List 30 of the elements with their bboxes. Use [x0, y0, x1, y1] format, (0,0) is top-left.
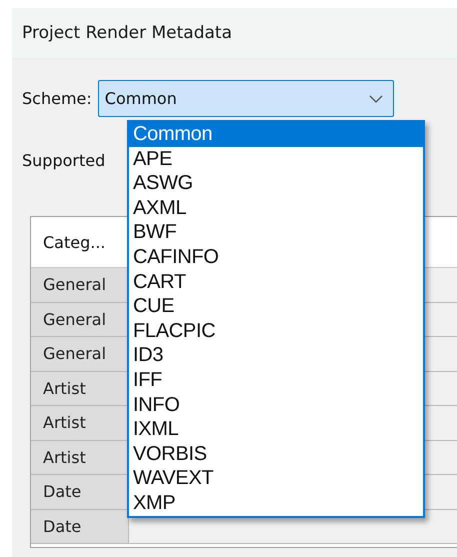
dropdown-option[interactable]: Common: [129, 122, 423, 147]
table-cell: Artist: [31, 406, 129, 440]
dropdown-option[interactable]: FLACPIC: [129, 318, 423, 344]
dropdown-option[interactable]: BWF: [129, 220, 423, 245]
dropdown-option[interactable]: WAVEXT: [129, 466, 423, 491]
dropdown-option[interactable]: IXML: [129, 417, 423, 442]
dropdown-option[interactable]: ASWG: [129, 171, 423, 196]
dropdown-option[interactable]: AXML: [129, 196, 423, 220]
scheme-label: Scheme:: [22, 89, 92, 108]
table-cell: Artist: [31, 440, 129, 474]
dropdown-option[interactable]: CUE: [129, 294, 423, 319]
scheme-dropdown[interactable]: Common: [98, 80, 394, 117]
dropdown-option[interactable]: CART: [129, 270, 423, 294]
supported-label: Supported: [22, 151, 106, 170]
dropdown-option[interactable]: CAFINFO: [129, 244, 423, 270]
dropdown-option[interactable]: APE: [129, 146, 423, 172]
dropdown-option[interactable]: XMP: [129, 490, 423, 516]
table-cell: Date: [31, 510, 129, 543]
window-title: Project Render Metadata: [22, 23, 232, 43]
table-cell: General: [31, 268, 129, 302]
dropdown-option[interactable]: INFO: [129, 392, 423, 418]
table-cell: Artist: [31, 372, 129, 405]
table-cell: General: [31, 337, 129, 370]
dropdown-option[interactable]: ID3: [129, 343, 423, 368]
chevron-down-icon: [368, 94, 383, 102]
table-cell: General: [31, 302, 129, 336]
column-header[interactable]: Categ...: [31, 232, 129, 252]
dropdown-option[interactable]: VORBIS: [129, 442, 423, 466]
dropdown-option[interactable]: IFF: [129, 368, 423, 393]
table-cell: Date: [31, 475, 129, 508]
